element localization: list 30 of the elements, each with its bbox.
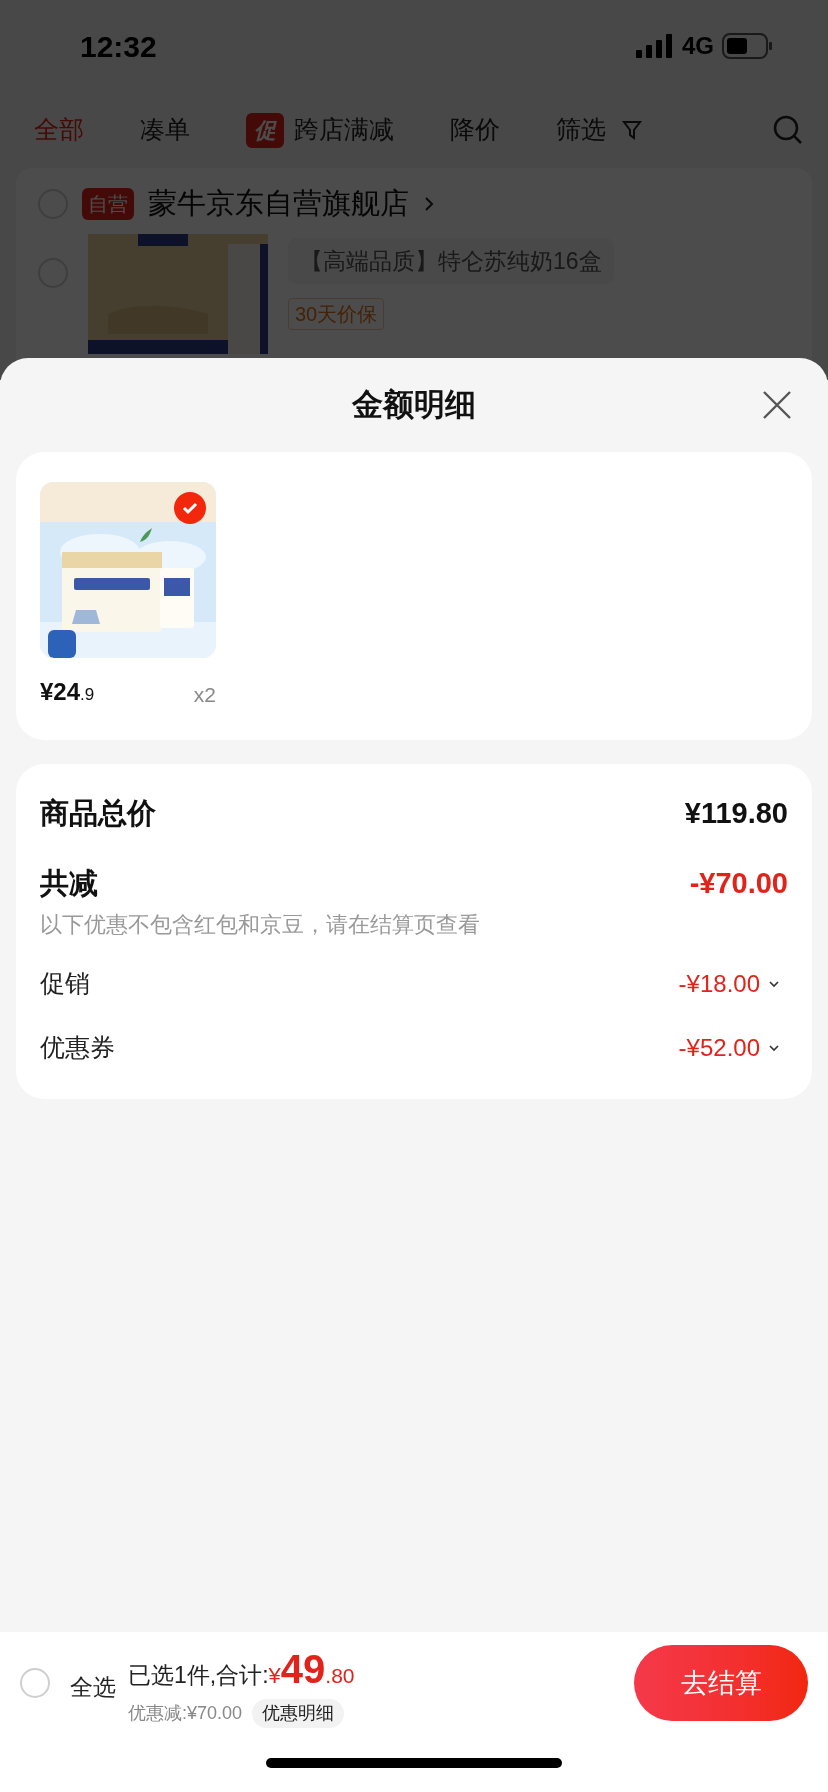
dim-overlay-dialog[interactable]	[0, 0, 828, 380]
sheet-title: 金额明细	[352, 385, 476, 424]
total-value: ¥119.80	[684, 796, 788, 832]
chevron-down-icon	[768, 1044, 780, 1052]
total-label: 商品总价	[40, 796, 156, 832]
item-quantity: x2	[193, 681, 216, 708]
select-all-label[interactable]: 全选	[70, 1669, 116, 1705]
item-price: ¥24.9	[40, 677, 95, 707]
checkout-button[interactable]: 去结算	[634, 1645, 808, 1721]
filter-tab[interactable]: 全部	[34, 111, 84, 149]
discount-row[interactable]: 优惠券 -¥52.00	[40, 1027, 788, 1069]
network-label: 4G	[682, 31, 714, 61]
close-icon[interactable]	[762, 390, 792, 420]
discount-row-value: -¥52.00	[678, 1033, 760, 1063]
chevron-down-icon	[768, 980, 780, 988]
discount-row[interactable]: 促销 -¥18.00	[40, 963, 788, 1005]
discount-row-label: 优惠券	[40, 1032, 115, 1064]
discount-note: 以下优惠不包含红包和京豆，请在结算页查看	[40, 911, 481, 939]
filter-tab[interactable]: 凑单	[140, 111, 190, 149]
discount-row-label: 促销	[40, 968, 90, 1000]
discount-amount: 优惠减:¥70.00	[128, 1701, 243, 1725]
selected-summary: 已选1件,合计:	[128, 1660, 269, 1690]
discount-detail-button[interactable]: 优惠明细	[252, 1698, 345, 1728]
status-time: 12:32	[80, 28, 157, 65]
filter-tab[interactable]: 降价	[450, 111, 500, 149]
discount-label: 共减	[40, 866, 98, 902]
select-all-checkbox[interactable]	[20, 1668, 50, 1698]
discount-value: -¥70.00	[689, 866, 788, 902]
total-amount: ¥49.80	[268, 1645, 355, 1693]
discount-row-value: -¥18.00	[678, 969, 760, 999]
